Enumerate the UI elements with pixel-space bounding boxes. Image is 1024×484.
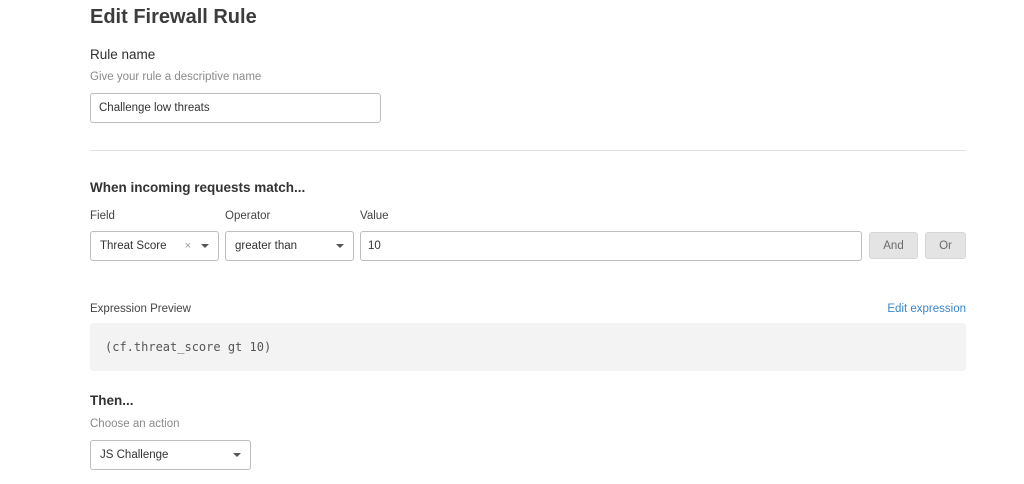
then-hint: Choose an action	[90, 418, 180, 430]
edit-firewall-rule-page: Edit Firewall Rule Rule name Give your r…	[0, 0, 1024, 484]
expression-preview-label: Expression Preview	[90, 303, 191, 315]
rule-name-input[interactable]: Challenge low threats	[90, 93, 381, 123]
chevron-down-icon	[201, 244, 209, 248]
value-input[interactable]: 10	[360, 231, 862, 261]
page-title: Edit Firewall Rule	[90, 6, 257, 28]
rule-name-value: Challenge low threats	[99, 102, 210, 114]
operator-label: Operator	[225, 210, 271, 222]
chevron-down-icon	[233, 453, 241, 457]
section-divider	[90, 150, 966, 151]
field-label: Field	[90, 210, 115, 222]
rule-name-label: Rule name	[90, 47, 156, 62]
expression-code: (cf.threat_score gt 10)	[105, 340, 272, 354]
clear-icon[interactable]: ×	[185, 240, 191, 252]
value-label: Value	[360, 210, 389, 222]
rule-name-hint: Give your rule a descriptive name	[90, 71, 262, 83]
or-button[interactable]: Or	[925, 232, 966, 259]
edit-expression-link[interactable]: Edit expression	[887, 303, 966, 315]
and-button[interactable]: And	[869, 232, 918, 259]
operator-select[interactable]: greater than	[225, 231, 354, 261]
action-select-value: JS Challenge	[100, 449, 169, 461]
chevron-down-icon	[336, 244, 344, 248]
expression-preview-box: (cf.threat_score gt 10)	[90, 323, 966, 371]
then-heading: Then...	[90, 393, 134, 408]
field-select[interactable]: Threat Score ×	[90, 231, 219, 261]
match-heading: When incoming requests match...	[90, 180, 306, 195]
operator-select-value: greater than	[235, 240, 298, 252]
action-select[interactable]: JS Challenge	[90, 440, 251, 470]
field-select-value: Threat Score	[100, 240, 167, 252]
value-input-value: 10	[368, 240, 381, 252]
